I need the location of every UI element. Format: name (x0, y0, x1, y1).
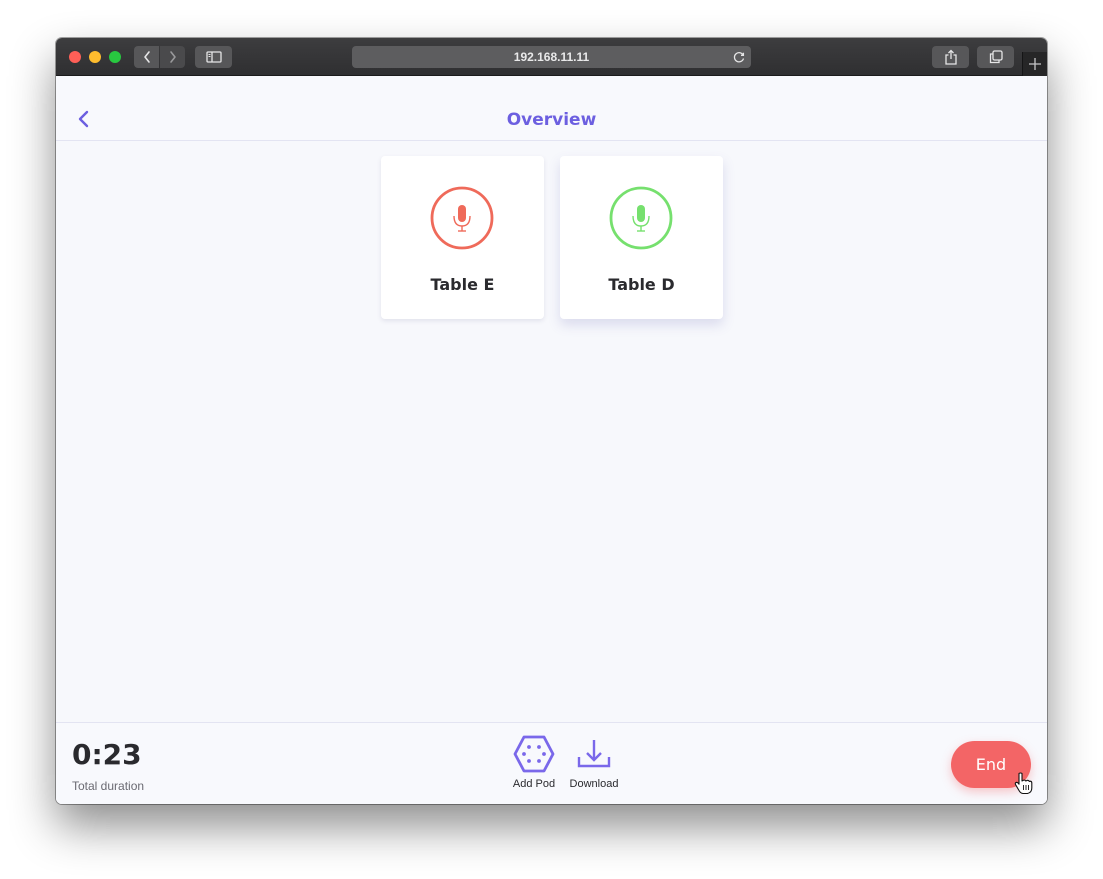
sidebar-icon (205, 51, 222, 63)
sidebar-toggle-button[interactable] (195, 46, 232, 68)
app-content: Overview Table E Table D 0:23 Total dura… (56, 76, 1047, 804)
session-footer: 0:23 Total duration Add Pod Download End (56, 722, 1047, 804)
table-card-label: Table D (608, 275, 675, 294)
table-card[interactable]: Table D (560, 156, 723, 319)
tabs-icon (989, 50, 1003, 64)
plus-icon (1029, 58, 1041, 70)
share-button[interactable] (932, 46, 969, 68)
microphone-icon (609, 186, 673, 250)
share-icon (944, 49, 957, 65)
close-window-button[interactable] (69, 51, 81, 63)
hand-cursor-icon (1014, 772, 1033, 795)
add-pod-label: Add Pod (512, 778, 556, 790)
chevron-left-icon (143, 51, 150, 63)
browser-forward-button[interactable] (160, 46, 185, 68)
total-duration-label: Total duration (72, 779, 145, 793)
microphone-icon (430, 186, 494, 250)
minimize-window-button[interactable] (89, 51, 101, 63)
table-cards: Table E Table D (381, 156, 739, 319)
reload-icon[interactable] (732, 50, 746, 64)
page-title: Overview (506, 110, 597, 130)
browser-titlebar: 192.168.11.11 (56, 38, 1047, 76)
total-duration-value: 0:23 (72, 738, 142, 771)
download-button[interactable]: Download (566, 735, 622, 790)
table-card-label: Table E (430, 275, 495, 294)
browser-back-button[interactable] (134, 46, 159, 68)
chevron-right-icon (169, 51, 176, 63)
zoom-window-button[interactable] (109, 51, 121, 63)
add-pod-button[interactable]: Add Pod (508, 735, 560, 790)
download-icon (577, 740, 611, 768)
download-label: Download (569, 778, 619, 790)
hexagon-pod-icon (513, 735, 555, 773)
app-header: Overview (56, 76, 1047, 141)
browser-window: 192.168.11.11 Overview Table E Table D 0… (56, 38, 1047, 804)
url-text: 192.168.11.11 (513, 50, 590, 64)
show-tabs-button[interactable] (977, 46, 1014, 68)
new-tab-button[interactable] (1022, 52, 1047, 76)
table-card[interactable]: Table E (381, 156, 544, 319)
address-bar[interactable]: 192.168.11.11 (352, 46, 751, 68)
